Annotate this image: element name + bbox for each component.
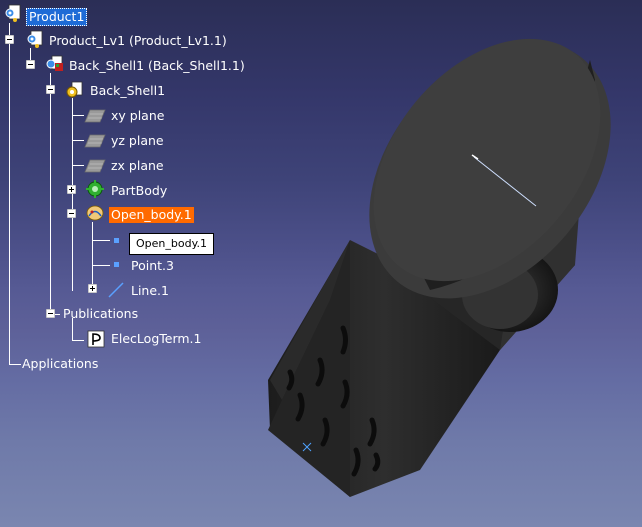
yz-plane-icon[interactable] [84, 134, 106, 148]
point-icon[interactable] [114, 238, 119, 243]
tree-node-partbody[interactable]: PartBody [109, 183, 169, 199]
expander-back-shell-instance[interactable] [26, 60, 35, 69]
line-icon[interactable] [107, 281, 125, 299]
tree-node-xy-plane[interactable]: xy plane [109, 108, 166, 124]
elec-log-term-icon[interactable] [87, 330, 105, 348]
tree-node-product1[interactable]: Product1 [26, 8, 88, 26]
tree-node-back-shell-part[interactable]: Back_Shell1 [88, 83, 167, 99]
expander-publications[interactable] [46, 309, 55, 318]
product-icon[interactable] [26, 30, 44, 48]
tree-node-zx-plane[interactable]: zx plane [109, 158, 166, 174]
tree-node-yz-plane[interactable]: yz plane [109, 133, 166, 149]
tree-node-line[interactable]: Line.1 [129, 283, 171, 299]
part-gear-icon[interactable] [66, 81, 84, 99]
xy-plane-icon[interactable] [84, 109, 106, 123]
tree-node-open-body[interactable]: Open_body.1 [109, 207, 194, 223]
tree-node-back-shell-instance[interactable]: Back_Shell1 (Back_Shell1.1) [67, 58, 247, 74]
tree-node-product-lv1[interactable]: Product_Lv1 (Product_Lv1.1) [47, 33, 229, 49]
tree-node-point[interactable]: Point.3 [129, 258, 176, 274]
part-instance-icon[interactable] [46, 55, 64, 73]
partbody-gear-icon[interactable] [86, 180, 104, 198]
expander-back-shell-part[interactable] [46, 85, 55, 94]
tree-node-applications[interactable]: Applications [20, 356, 100, 372]
open-body-tooltip: Open_body.1 [129, 233, 215, 255]
point-icon[interactable] [114, 262, 119, 267]
product-icon[interactable] [4, 4, 22, 22]
tree-node-elec-log-term[interactable]: ElecLogTerm.1 [109, 331, 204, 347]
specification-tree: Product1 Product_Lv1 (Product_Lv1.1) Bac… [0, 0, 642, 527]
zx-plane-icon[interactable] [84, 159, 106, 173]
tree-node-publications[interactable]: Publications [61, 306, 140, 322]
open-body-icon[interactable] [86, 204, 104, 222]
expander-open-body[interactable] [67, 209, 76, 218]
expander-line[interactable] [88, 284, 97, 293]
expander-partbody[interactable] [67, 185, 76, 194]
expander-product-lv[interactable] [5, 35, 14, 44]
